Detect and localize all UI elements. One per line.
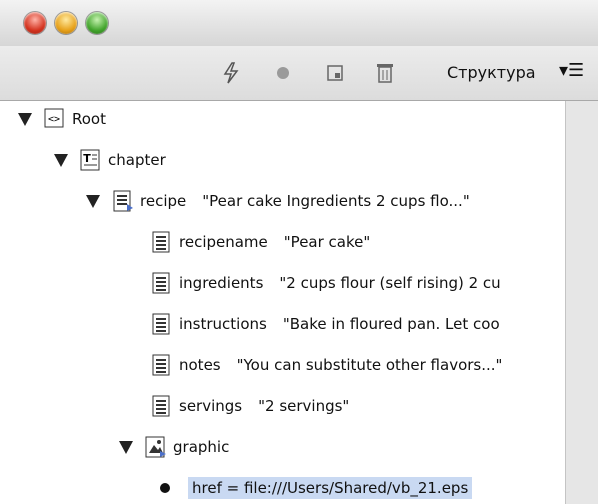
vertical-scrollbar[interactable]	[565, 101, 598, 504]
text-frame-icon: T	[80, 149, 102, 171]
node-name: graphic	[173, 438, 230, 456]
tree-row-chapter[interactable]: T chapter	[54, 146, 182, 174]
node-value: "2 cups flour (self rising) 2 cu	[279, 274, 501, 292]
disclosure-triangle-icon[interactable]	[119, 440, 133, 454]
close-window-button[interactable]	[24, 12, 46, 34]
node-value: "You can substitute other flavors..."	[236, 356, 503, 374]
disclosure-triangle-icon[interactable]	[54, 153, 68, 167]
trash-icon[interactable]	[372, 60, 398, 86]
node-value: "Pear cake"	[283, 233, 371, 251]
structure-label: Структура	[447, 63, 536, 82]
tree-row-recipe[interactable]: recipe "Pear cake Ingredients 2 cups flo…	[86, 187, 470, 215]
root-icon: <>	[44, 108, 66, 130]
node-name: servings	[179, 397, 243, 415]
element-icon	[151, 354, 173, 376]
panel-toolbar: Структура ▾☰	[0, 46, 598, 101]
element-icon	[151, 313, 173, 335]
node-name: chapter	[108, 151, 166, 169]
record-icon[interactable]	[270, 60, 296, 86]
tree-row-root[interactable]: <> Root	[18, 105, 122, 133]
node-name: ingredients	[179, 274, 264, 292]
tree-row-graphic[interactable]: graphic	[119, 433, 245, 461]
node-name: notes	[179, 356, 221, 374]
attribute-bullet-icon	[160, 483, 170, 493]
node-name: recipename	[179, 233, 268, 251]
panel-menu-button[interactable]: ▾☰	[559, 60, 584, 81]
node-value: "Bake in floured pan. Let coo	[282, 315, 500, 333]
svg-text:<>: <>	[48, 114, 60, 125]
attribute-text: href = file:///Users/Shared/vb_21.eps	[188, 477, 473, 499]
tree-row-ingredients[interactable]: ingredients "2 cups flour (self rising) …	[151, 269, 501, 297]
zoom-window-button[interactable]	[86, 12, 108, 34]
disclosure-triangle-icon[interactable]	[86, 194, 100, 208]
element-icon	[151, 272, 173, 294]
svg-text:T: T	[83, 152, 91, 165]
frame-icon[interactable]	[322, 60, 348, 86]
window-titlebar	[0, 0, 598, 46]
minimize-window-button[interactable]	[55, 12, 77, 34]
tree-row-recipename[interactable]: recipename "Pear cake"	[151, 228, 370, 256]
element-icon	[151, 231, 173, 253]
tree-row-notes[interactable]: notes "You can substitute other flavors.…	[151, 351, 502, 379]
node-name: Root	[72, 110, 106, 128]
node-name: recipe	[140, 192, 187, 210]
lightning-icon[interactable]	[218, 60, 244, 86]
disclosure-triangle-icon[interactable]	[18, 112, 32, 126]
tree-row-instructions[interactable]: instructions "Bake in floured pan. Let c…	[151, 310, 500, 338]
node-value: "2 servings"	[258, 397, 350, 415]
tree-row-href-attribute[interactable]: href = file:///Users/Shared/vb_21.eps	[160, 474, 473, 502]
element-icon	[112, 190, 134, 212]
graphic-icon	[145, 436, 167, 458]
node-name: instructions	[179, 315, 267, 333]
element-icon	[151, 395, 173, 417]
tree-row-servings[interactable]: servings "2 servings"	[151, 392, 349, 420]
node-value: "Pear cake Ingredients 2 cups flo..."	[202, 192, 470, 210]
structure-tree: <> Root T chapter recipe "Pear cake Ingr…	[0, 101, 565, 504]
